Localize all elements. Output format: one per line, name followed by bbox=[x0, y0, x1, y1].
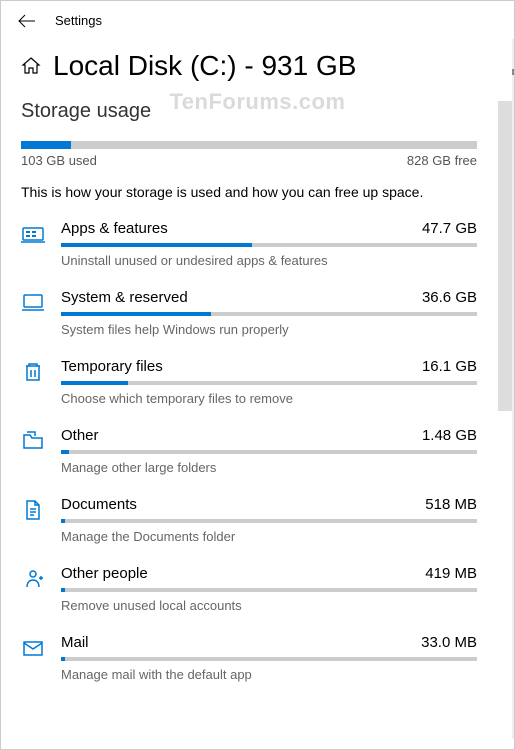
page-title: Local Disk (C:) - 931 GB bbox=[53, 50, 356, 82]
category-hint: Manage mail with the default app bbox=[61, 667, 477, 682]
category-name: Temporary files bbox=[61, 358, 163, 375]
category-name: System & reserved bbox=[61, 289, 188, 306]
folder-icon bbox=[21, 429, 45, 453]
people-icon bbox=[21, 567, 45, 591]
category-bar-fill bbox=[61, 588, 65, 592]
category-size: 16.1 GB bbox=[422, 358, 477, 375]
mail-icon bbox=[21, 636, 45, 660]
category-bar bbox=[61, 381, 477, 385]
category-bar bbox=[61, 519, 477, 523]
laptop-icon bbox=[21, 291, 45, 315]
category-bar-fill bbox=[61, 381, 128, 385]
scrollbar-thumb[interactable] bbox=[498, 101, 512, 411]
category-hint: Choose which temporary files to remove bbox=[61, 391, 477, 406]
page-title-row: Local Disk (C:) - 931 GB bbox=[21, 50, 494, 82]
category-size: 33.0 MB bbox=[421, 634, 477, 651]
used-label: 103 GB used bbox=[21, 153, 97, 168]
category-bar-fill bbox=[61, 243, 252, 247]
back-arrow-icon bbox=[18, 14, 36, 28]
window-header: Settings bbox=[1, 1, 514, 36]
category-hint: Uninstall unused or undesired apps & fea… bbox=[61, 253, 477, 268]
trash-icon bbox=[21, 360, 45, 384]
category-trash[interactable]: Temporary files 16.1 GB Choose which tem… bbox=[21, 358, 477, 407]
outer-scrollbar[interactable] bbox=[512, 39, 514, 739]
category-bar-fill bbox=[61, 450, 69, 454]
category-bar bbox=[61, 243, 477, 247]
category-bar bbox=[61, 657, 477, 661]
document-icon bbox=[21, 498, 45, 522]
category-hint: Remove unused local accounts bbox=[61, 598, 477, 613]
category-folder[interactable]: Other 1.48 GB Manage other large folders bbox=[21, 427, 477, 476]
category-size: 518 MB bbox=[425, 496, 477, 513]
category-bar bbox=[61, 588, 477, 592]
total-usage-bar: 103 GB used 828 GB free bbox=[21, 141, 494, 168]
apps-icon bbox=[21, 222, 45, 246]
description: This is how your storage is used and how… bbox=[21, 184, 494, 200]
category-name: Other bbox=[61, 427, 99, 444]
category-laptop[interactable]: System & reserved 36.6 GB System files h… bbox=[21, 289, 477, 338]
category-size: 1.48 GB bbox=[422, 427, 477, 444]
category-name: Documents bbox=[61, 496, 137, 513]
free-label: 828 GB free bbox=[407, 153, 477, 168]
section-heading: Storage usage bbox=[21, 100, 494, 123]
home-icon bbox=[21, 56, 41, 76]
category-size: 36.6 GB bbox=[422, 289, 477, 306]
category-people[interactable]: Other people 419 MB Remove unused local … bbox=[21, 565, 477, 614]
back-button[interactable] bbox=[17, 14, 37, 28]
category-mail[interactable]: Mail 33.0 MB Manage mail with the defaul… bbox=[21, 634, 477, 683]
category-hint: Manage the Documents folder bbox=[61, 529, 477, 544]
category-size: 47.7 GB bbox=[422, 220, 477, 237]
category-size: 419 MB bbox=[425, 565, 477, 582]
total-usage-fill bbox=[21, 141, 71, 149]
window-title: Settings bbox=[55, 13, 102, 28]
category-name: Mail bbox=[61, 634, 89, 651]
category-bar bbox=[61, 450, 477, 454]
category-bar bbox=[61, 312, 477, 316]
category-name: Other people bbox=[61, 565, 148, 582]
category-bar-fill bbox=[61, 519, 65, 523]
category-hint: System files help Windows run properly bbox=[61, 322, 477, 337]
category-name: Apps & features bbox=[61, 220, 168, 237]
category-document[interactable]: Documents 518 MB Manage the Documents fo… bbox=[21, 496, 477, 545]
category-bar-fill bbox=[61, 312, 211, 316]
category-hint: Manage other large folders bbox=[61, 460, 477, 475]
category-apps[interactable]: Apps & features 47.7 GB Uninstall unused… bbox=[21, 220, 477, 269]
category-bar-fill bbox=[61, 657, 65, 661]
